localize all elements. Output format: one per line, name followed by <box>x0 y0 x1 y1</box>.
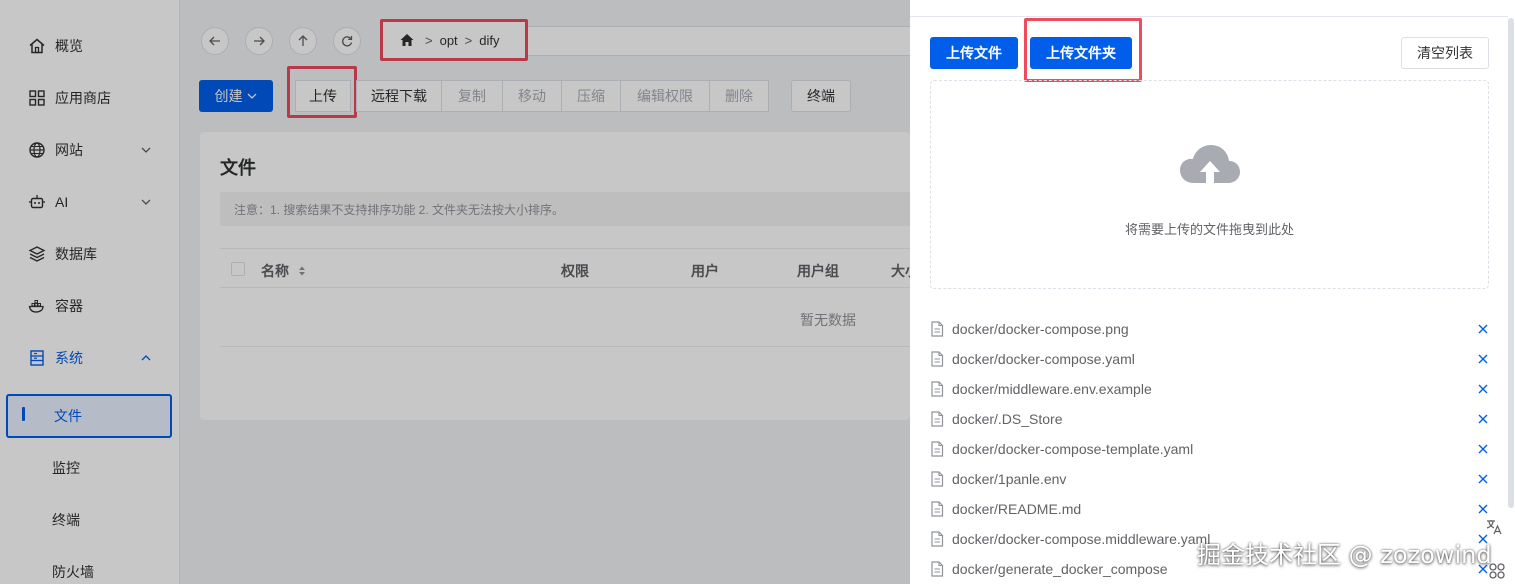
cloud-upload-icon <box>1180 145 1240 183</box>
upload-file-item: docker/docker-compose-template.yaml <box>930 436 1490 462</box>
close-icon[interactable] <box>1476 412 1490 426</box>
document-icon <box>931 351 944 367</box>
upload-file-item: docker/1panle.env <box>930 466 1490 492</box>
upload-file-item: docker/docker-compose.png <box>930 316 1490 342</box>
upload-file-name: docker/docker-compose-template.yaml <box>952 441 1194 457</box>
upload-file-item: docker/README.md <box>930 496 1490 522</box>
upload-file-name: docker/docker-compose.png <box>952 321 1129 337</box>
translate-icon[interactable] <box>1485 518 1503 536</box>
close-icon[interactable] <box>1476 442 1490 456</box>
upload-file-item: docker/middleware.env.example <box>930 376 1490 402</box>
upload-folder-highlight-box <box>1024 18 1142 82</box>
document-icon <box>931 381 944 397</box>
clear-list-button[interactable]: 清空列表 <box>1401 37 1489 69</box>
upload-file-name: docker/generate_docker_compose <box>952 561 1168 577</box>
upload-file-name: docker/docker-compose.middleware.yaml <box>952 531 1211 547</box>
upload-file-name: docker/middleware.env.example <box>952 381 1152 397</box>
watermark: 掘金技术社区 @ zozowind <box>1197 541 1492 569</box>
document-icon <box>931 561 944 577</box>
document-icon <box>931 501 944 517</box>
close-icon[interactable] <box>1476 502 1490 516</box>
scrollbar[interactable] <box>1508 18 1514 508</box>
upload-drawer: 上传文件 上传文件夹 清空列表 将需要上传的文件拖曳到此处 docker/doc… <box>910 0 1515 584</box>
document-icon <box>931 321 944 337</box>
apps-icon[interactable] <box>1488 562 1506 580</box>
close-icon[interactable] <box>1476 382 1490 396</box>
close-icon[interactable] <box>1476 352 1490 366</box>
close-icon[interactable] <box>1476 472 1490 486</box>
drawer-divider <box>910 16 1508 17</box>
upload-file-name: docker/1panle.env <box>952 471 1067 487</box>
document-icon <box>931 531 944 547</box>
upload-file-name: docker/.DS_Store <box>952 411 1063 427</box>
upload-file-button[interactable]: 上传文件 <box>930 37 1018 69</box>
document-icon <box>931 471 944 487</box>
close-icon[interactable] <box>1476 322 1490 336</box>
modal-overlay[interactable] <box>0 0 910 584</box>
upload-file-name: docker/README.md <box>952 501 1082 517</box>
upload-file-item: docker/.DS_Store <box>930 406 1490 432</box>
upload-file-name: docker/docker-compose.yaml <box>952 351 1135 367</box>
document-icon <box>931 441 944 457</box>
dropzone-text: 将需要上传的文件拖曳到此处 <box>1124 222 1294 237</box>
document-icon <box>931 411 944 427</box>
upload-dropzone[interactable]: 将需要上传的文件拖曳到此处 <box>930 80 1489 289</box>
upload-file-item: docker/docker-compose.yaml <box>930 346 1490 372</box>
